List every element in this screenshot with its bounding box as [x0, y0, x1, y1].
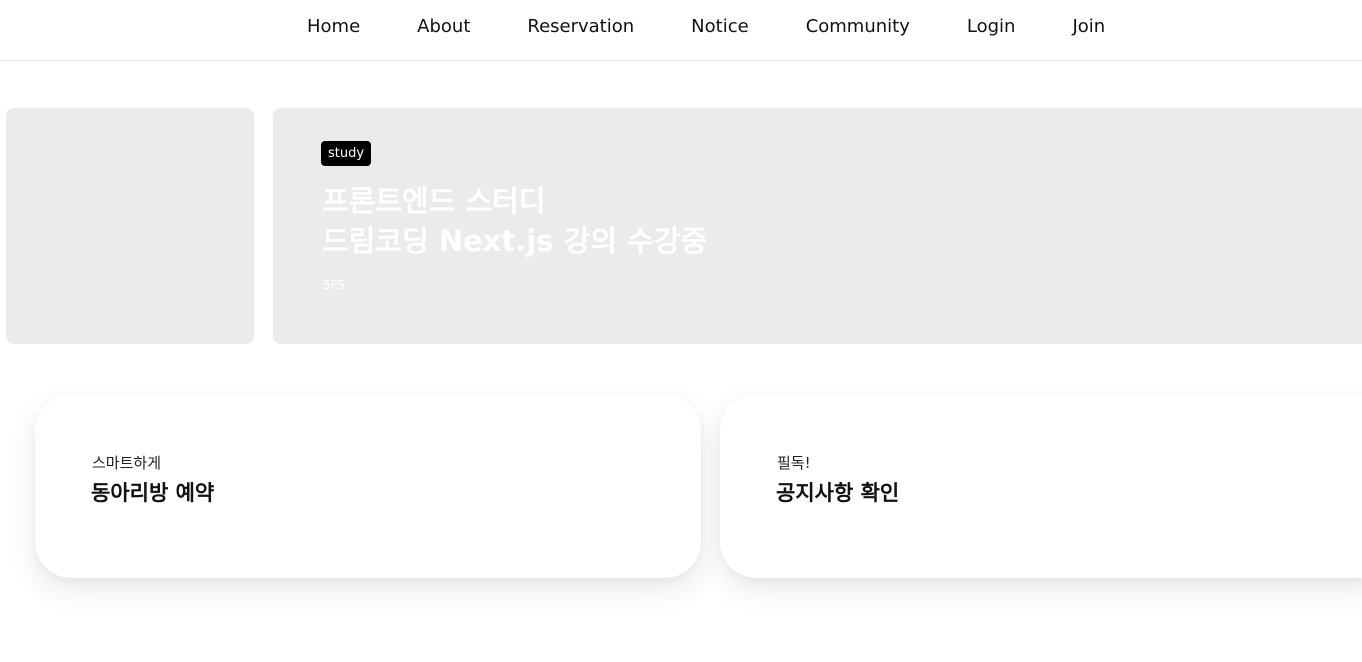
- slide-title-line1: 프론트엔드 스터디: [322, 184, 546, 218]
- room-reservation-card[interactable]: 스마트하게 동아리방 예약: [35, 394, 701, 578]
- slide-tag-badge: study: [321, 141, 372, 166]
- card-caption: 스마트하게: [92, 454, 162, 472]
- slide-title: 프론트엔드 스터디 드림코딩 Next.js 강의 수강중: [322, 181, 707, 261]
- nav-login-link[interactable]: Login: [967, 16, 1016, 38]
- carousel-slide-previous[interactable]: [6, 108, 254, 344]
- notice-card[interactable]: 필독! 공지사항 확인: [720, 394, 1362, 578]
- nav-community-link[interactable]: Community: [806, 16, 910, 38]
- nav-reservation-link[interactable]: Reservation: [527, 16, 634, 38]
- nav-menu: Home About Reservation Notice Community …: [307, 16, 1105, 38]
- nav-notice-link[interactable]: Notice: [691, 16, 749, 38]
- card-title: 동아리방 예약: [91, 481, 215, 505]
- nav-join-link[interactable]: Join: [1072, 16, 1105, 38]
- carousel-slide-current[interactable]: study 프론트엔드 스터디 드림코딩 Next.js 강의 수강중 SFS: [273, 108, 1362, 344]
- nav-home-link[interactable]: Home: [307, 16, 360, 38]
- top-navigation: Home About Reservation Notice Community …: [0, 0, 1362, 61]
- slide-title-line2: 드림코딩 Next.js 강의 수강중: [322, 224, 708, 258]
- nav-about-link[interactable]: About: [417, 16, 470, 38]
- card-caption: 필독!: [777, 454, 811, 472]
- card-title: 공지사항 확인: [776, 481, 900, 505]
- slide-author: SFS: [323, 278, 345, 292]
